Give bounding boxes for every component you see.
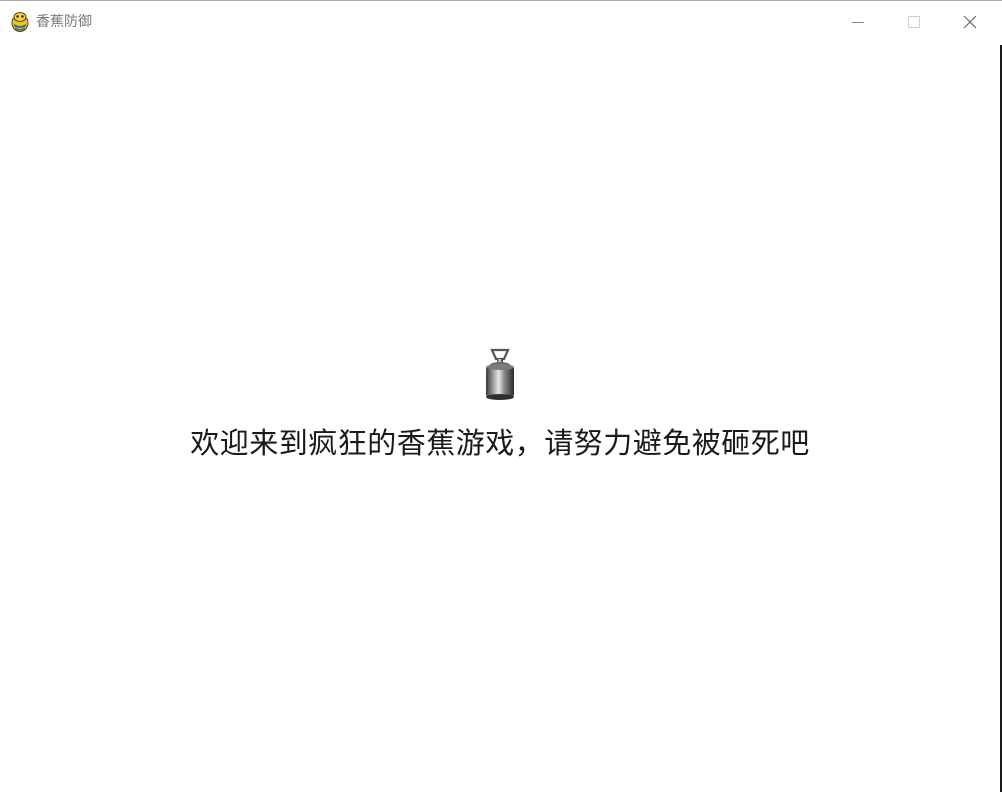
close-button[interactable] xyxy=(942,1,998,44)
minimize-button[interactable] xyxy=(830,1,886,44)
pygame-snake-icon xyxy=(10,11,30,33)
close-icon xyxy=(963,15,977,29)
minimize-icon xyxy=(852,22,864,23)
window-title: 香蕉防御 xyxy=(36,14,92,30)
title-bar[interactable]: 香蕉防御 xyxy=(0,1,1002,44)
maximize-button[interactable] xyxy=(886,1,942,44)
game-window: 香蕉防御 欢迎来到疯狂的香蕉游戏，请努力避免被砸死吧 xyxy=(0,0,1002,792)
weight-icon xyxy=(480,347,520,403)
maximize-icon xyxy=(908,16,920,28)
game-canvas[interactable]: 欢迎来到疯狂的香蕉游戏，请努力避免被砸死吧 xyxy=(0,44,1000,792)
welcome-message: 欢迎来到疯狂的香蕉游戏，请努力避免被砸死吧 xyxy=(190,426,810,460)
